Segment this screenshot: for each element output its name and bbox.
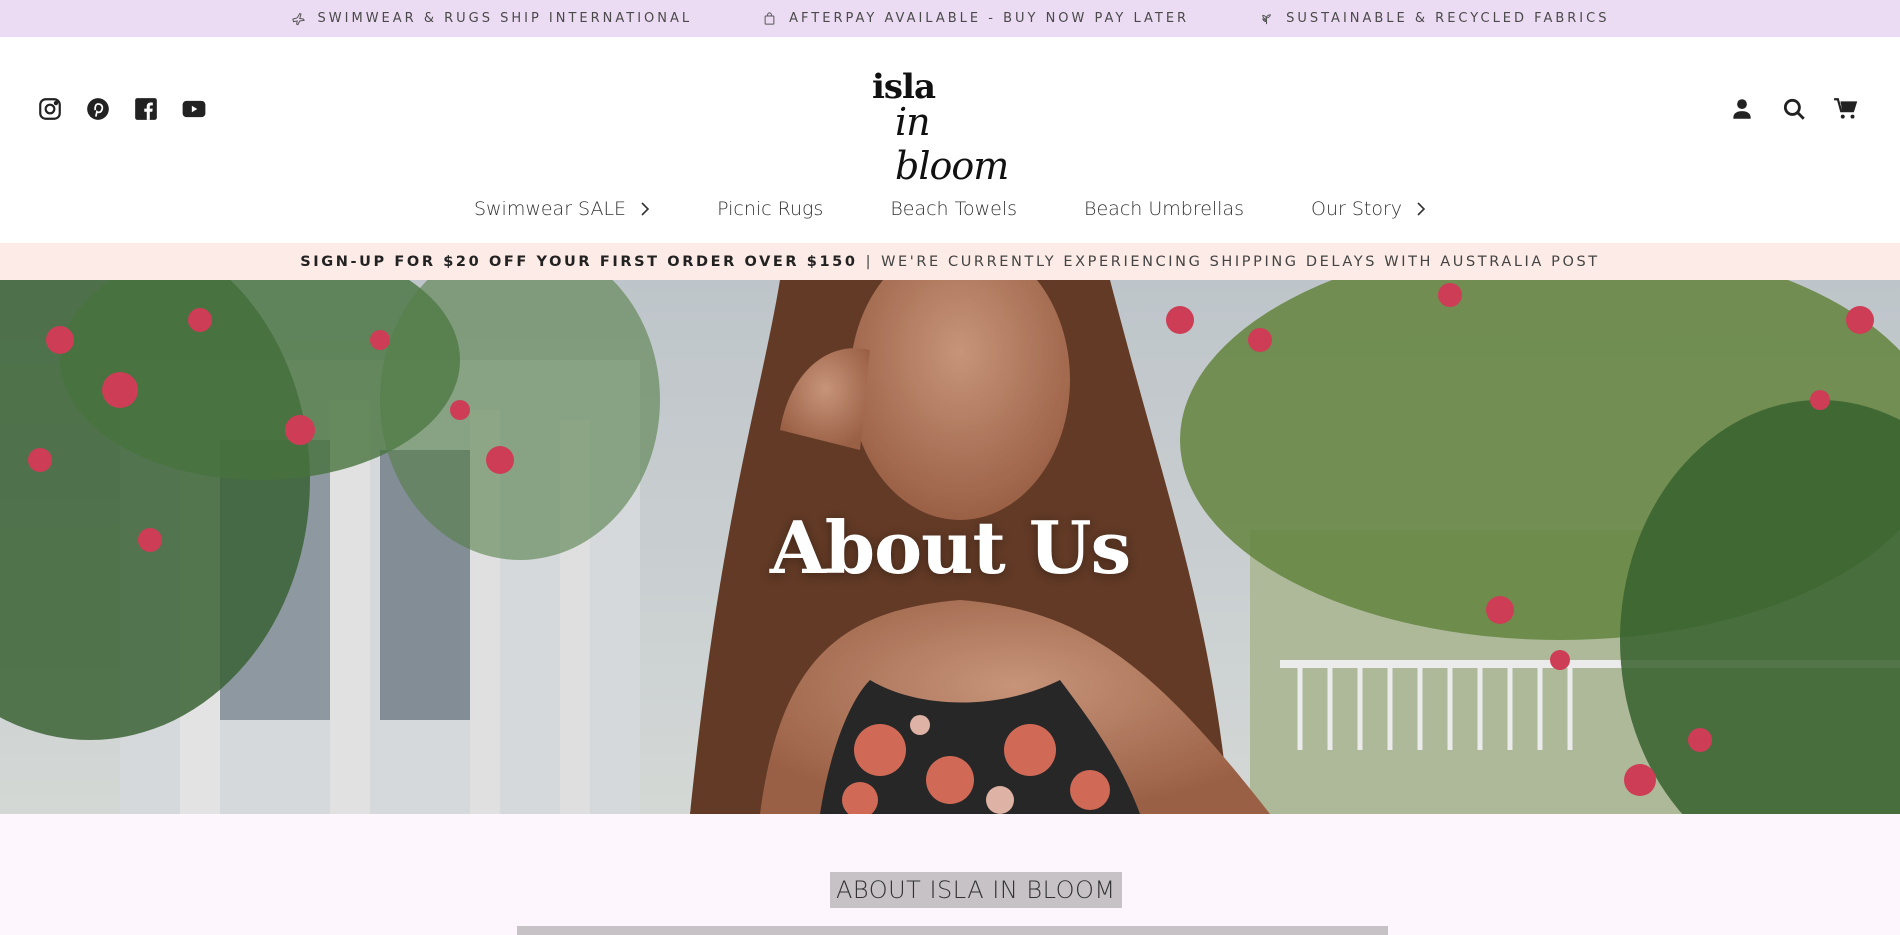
account-icon[interactable] (1728, 95, 1756, 123)
nav-item-label: Swimwear SALE (473, 198, 627, 220)
nav-item-label: Picnic Rugs (717, 198, 824, 220)
main-navigation: Swimwear SALE Picnic Rugs Beach Towels B… (0, 198, 1900, 220)
nav-item-label: Beach Towels (890, 198, 1018, 220)
nav-item-our-story[interactable]: Our Story (1311, 198, 1426, 220)
chevron-right-icon (1417, 202, 1426, 216)
announcement-bar: SWIMWEAR & RUGS SHIP INTERNATIONAL AFTER… (0, 0, 1900, 37)
nav-item-label: Beach Umbrellas (1084, 198, 1245, 220)
plane-icon (291, 12, 305, 26)
promo-shipping-delay-text: WE'RE CURRENTLY EXPERIENCING SHIPPING DE… (881, 253, 1600, 270)
cart-icon[interactable] (1832, 95, 1860, 123)
announcement-afterpay: AFTERPAY AVAILABLE - BUY NOW PAY LATER (762, 11, 1189, 26)
social-links (37, 96, 207, 122)
nav-item-picnic-rugs[interactable]: Picnic Rugs (717, 198, 823, 220)
facebook-icon[interactable] (133, 96, 159, 122)
search-icon[interactable] (1780, 95, 1808, 123)
promo-bar[interactable]: SIGN-UP FOR $20 OFF YOUR FIRST ORDER OVE… (0, 243, 1900, 280)
announcement-sustainable: SUSTAINABLE & RECYCLED FABRICS (1259, 11, 1609, 26)
site-logo[interactable]: isla in bloom (872, 67, 1032, 188)
hero-banner: About Us (0, 280, 1900, 814)
about-section-heading: ABOUT ISLA IN BLOOM (830, 872, 1122, 908)
announcement-afterpay-label: AFTERPAY AVAILABLE - BUY NOW PAY LATER (789, 11, 1190, 26)
shopping-bag-icon (764, 12, 775, 25)
announcement-shipping: SWIMWEAR & RUGS SHIP INTERNATIONAL (291, 11, 693, 26)
instagram-icon[interactable] (37, 96, 63, 122)
header-actions (1728, 95, 1860, 123)
about-section-text-highlight (517, 926, 1388, 935)
announcement-sustainable-label: SUSTAINABLE & RECYCLED FABRICS (1286, 11, 1610, 26)
chevron-right-icon (641, 202, 650, 216)
youtube-icon[interactable] (181, 96, 207, 122)
nav-item-beach-towels[interactable]: Beach Towels (890, 198, 1017, 220)
logo-line-inbloom: in bloom (895, 100, 1009, 188)
pinterest-icon[interactable] (85, 96, 111, 122)
announcement-shipping-label: SWIMWEAR & RUGS SHIP INTERNATIONAL (317, 11, 693, 26)
hero-title: About Us (769, 505, 1131, 590)
promo-separator: | (865, 253, 874, 270)
leaf-icon (1262, 14, 1271, 25)
nav-item-label: Our Story (1311, 198, 1403, 220)
nav-item-swimwear-sale[interactable]: Swimwear SALE (474, 198, 650, 220)
nav-item-beach-umbrellas[interactable]: Beach Umbrellas (1084, 198, 1244, 220)
site-header: isla in bloom Swimwear SALE Picnic Rugs … (0, 37, 1900, 243)
promo-signup-text: SIGN-UP FOR $20 OFF YOUR FIRST ORDER OVE… (300, 253, 858, 270)
